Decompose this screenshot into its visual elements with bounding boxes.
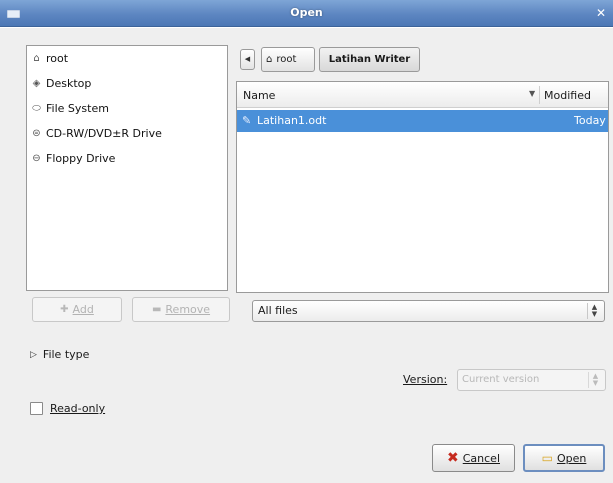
- path-root-label: root: [276, 54, 297, 65]
- file-row[interactable]: ✎ Latihan1.odt Today: [237, 110, 608, 132]
- sidebar-item-label: root: [46, 52, 69, 65]
- version-value: Current version: [462, 374, 540, 385]
- open-button-label: Open: [556, 451, 587, 465]
- sidebar-item-label: Floppy Drive: [46, 152, 116, 165]
- file-type-expander[interactable]: ▷ File type: [30, 348, 89, 361]
- file-list-header: Name ▼ Modified: [237, 82, 608, 108]
- file-filter-value: All files: [258, 304, 298, 317]
- updown-arrow-icon: ▲ ▼: [588, 372, 602, 388]
- sidebar-item-file-system[interactable]: ⬭ File System: [27, 96, 227, 121]
- sidebar-item-cd-drive[interactable]: ⊜ CD-RW/DVD±R Drive: [27, 121, 227, 146]
- updown-arrow-icon: ▲ ▼: [587, 303, 601, 319]
- file-modified: Today: [574, 114, 606, 127]
- title-bar[interactable]: Open ✕: [0, 0, 613, 27]
- places-sidebar: ⌂ root ◈ Desktop ⬭ File System ⊜ CD-RW/D…: [26, 45, 228, 291]
- read-only-label: Read-only: [50, 402, 106, 415]
- dialog-body: ⌂ root ◈ Desktop ⬭ File System ⊜ CD-RW/D…: [0, 28, 613, 483]
- file-list[interactable]: Name ▼ Modified ✎ Latihan1.odt Today: [236, 81, 609, 293]
- sidebar-item-label: CD-RW/DVD±R Drive: [46, 127, 162, 140]
- checkbox-box[interactable]: [30, 402, 43, 415]
- remove-icon: ▬: [151, 304, 162, 315]
- path-current-label: Latihan Writer: [328, 54, 411, 65]
- chevron-left-icon: ◀: [244, 55, 251, 63]
- open-folder-icon: ▭: [541, 451, 553, 465]
- read-only-checkbox[interactable]: Read-only: [30, 402, 105, 415]
- floppy-icon: ⊖: [32, 153, 41, 164]
- document-icon: ✎: [242, 114, 252, 127]
- cancel-button-label: Cancel: [462, 451, 500, 465]
- cancel-x-icon: ✖: [447, 450, 459, 466]
- remove-button-label: Remove: [165, 303, 211, 316]
- harddisk-icon: ⬭: [32, 103, 41, 114]
- column-header-modified[interactable]: Modified: [544, 89, 591, 102]
- path-current-button[interactable]: Latihan Writer: [319, 47, 420, 72]
- window-title: Open: [290, 6, 323, 19]
- sort-descending-icon: ▼: [529, 89, 536, 98]
- add-button-label: Add: [72, 303, 94, 316]
- column-header-name[interactable]: Name: [243, 89, 275, 102]
- file-name: Latihan1.odt: [257, 114, 327, 127]
- version-label: Version:: [403, 373, 448, 386]
- home-folder-icon: ⌂: [33, 53, 40, 64]
- sidebar-item-desktop[interactable]: ◈ Desktop: [27, 71, 227, 96]
- column-divider: [539, 86, 540, 104]
- sidebar-item-label: Desktop: [46, 77, 92, 90]
- file-type-label: File type: [42, 348, 90, 361]
- home-folder-icon: ⌂: [266, 54, 273, 65]
- sidebar-item-label: File System: [46, 102, 109, 115]
- path-back-button[interactable]: ◀: [240, 49, 255, 70]
- desktop-icon: ◈: [32, 78, 41, 89]
- add-icon: ✚: [60, 304, 69, 315]
- close-icon[interactable]: ✕: [593, 5, 609, 21]
- optical-drive-icon: ⊜: [32, 128, 41, 139]
- add-bookmark-button[interactable]: ✚ Add: [32, 297, 122, 322]
- cancel-button[interactable]: ✖ Cancel: [432, 444, 515, 472]
- sidebar-item-root[interactable]: ⌂ root: [27, 46, 227, 71]
- expander-arrow-icon: ▷: [30, 349, 37, 360]
- open-button[interactable]: ▭ Open: [523, 444, 605, 472]
- version-select[interactable]: Current version ▲ ▼: [457, 369, 606, 391]
- remove-bookmark-button[interactable]: ▬ Remove: [132, 297, 230, 322]
- open-dialog: Open ✕ ⌂ root ◈ Desktop ⬭ File System ⊜ …: [0, 0, 613, 483]
- path-root-button[interactable]: ⌂ root: [261, 47, 315, 72]
- sidebar-item-floppy[interactable]: ⊖ Floppy Drive: [27, 146, 227, 171]
- file-filter-select[interactable]: All files ▲ ▼: [252, 300, 605, 322]
